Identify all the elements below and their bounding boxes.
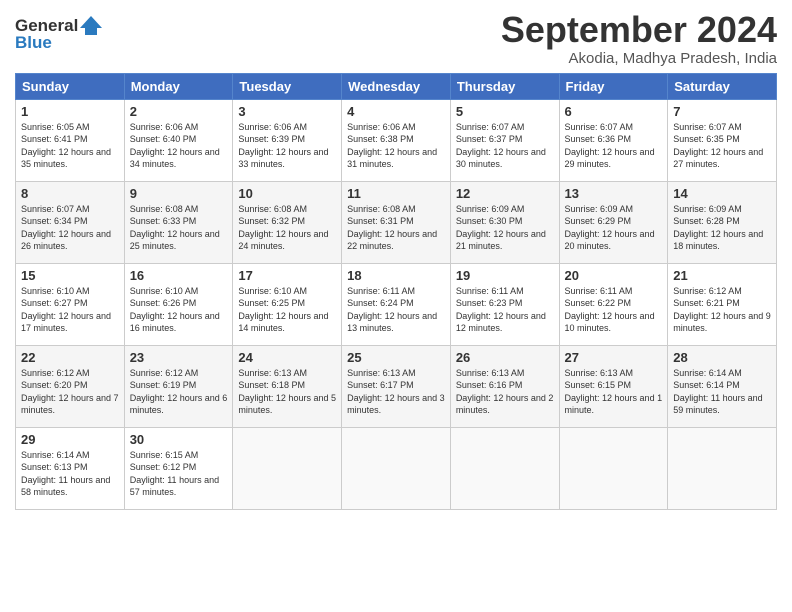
day-6: 6 Sunrise: 6:07 AMSunset: 6:36 PMDayligh… <box>559 99 668 181</box>
col-thursday: Thursday <box>450 73 559 99</box>
day-3: 3 Sunrise: 6:06 AMSunset: 6:39 PMDayligh… <box>233 99 342 181</box>
day-13: 13 Sunrise: 6:09 AMSunset: 6:29 PMDaylig… <box>559 181 668 263</box>
empty-cell-3 <box>450 427 559 509</box>
day-16: 16 Sunrise: 6:10 AMSunset: 6:26 PMDaylig… <box>124 263 233 345</box>
empty-cell-4 <box>559 427 668 509</box>
empty-cell-2 <box>342 427 451 509</box>
day-14: 14 Sunrise: 6:09 AMSunset: 6:28 PMDaylig… <box>668 181 777 263</box>
day-18: 18 Sunrise: 6:11 AMSunset: 6:24 PMDaylig… <box>342 263 451 345</box>
page: General Blue September 2024 Akodia, Madh… <box>0 0 792 612</box>
logo: General Blue <box>15 14 102 51</box>
day-30: 30 Sunrise: 6:15 AMSunset: 6:12 PMDaylig… <box>124 427 233 509</box>
header: General Blue September 2024 Akodia, Madh… <box>15 10 777 67</box>
day-29: 29 Sunrise: 6:14 AMSunset: 6:13 PMDaylig… <box>16 427 125 509</box>
day-15: 15 Sunrise: 6:10 AMSunset: 6:27 PMDaylig… <box>16 263 125 345</box>
week-row-3: 15 Sunrise: 6:10 AMSunset: 6:27 PMDaylig… <box>16 263 777 345</box>
day-11: 11 Sunrise: 6:08 AMSunset: 6:31 PMDaylig… <box>342 181 451 263</box>
week-row-4: 22 Sunrise: 6:12 AMSunset: 6:20 PMDaylig… <box>16 345 777 427</box>
day-20: 20 Sunrise: 6:11 AMSunset: 6:22 PMDaylig… <box>559 263 668 345</box>
day-4: 4 Sunrise: 6:06 AMSunset: 6:38 PMDayligh… <box>342 99 451 181</box>
day-8: 8 Sunrise: 6:07 AMSunset: 6:34 PMDayligh… <box>16 181 125 263</box>
col-wednesday: Wednesday <box>342 73 451 99</box>
day-25: 25 Sunrise: 6:13 AMSunset: 6:17 PMDaylig… <box>342 345 451 427</box>
subtitle: Akodia, Madhya Pradesh, India <box>501 50 777 67</box>
week-row-1: 1 Sunrise: 6:05 AMSunset: 6:41 PMDayligh… <box>16 99 777 181</box>
day-10: 10 Sunrise: 6:08 AMSunset: 6:32 PMDaylig… <box>233 181 342 263</box>
title-block: September 2024 Akodia, Madhya Pradesh, I… <box>501 10 777 67</box>
day-22: 22 Sunrise: 6:12 AMSunset: 6:20 PMDaylig… <box>16 345 125 427</box>
day-12: 12 Sunrise: 6:09 AMSunset: 6:30 PMDaylig… <box>450 181 559 263</box>
day-24: 24 Sunrise: 6:13 AMSunset: 6:18 PMDaylig… <box>233 345 342 427</box>
col-monday: Monday <box>124 73 233 99</box>
day-23: 23 Sunrise: 6:12 AMSunset: 6:19 PMDaylig… <box>124 345 233 427</box>
col-sunday: Sunday <box>16 73 125 99</box>
empty-cell-1 <box>233 427 342 509</box>
day-1: 1 Sunrise: 6:05 AMSunset: 6:41 PMDayligh… <box>16 99 125 181</box>
day-5: 5 Sunrise: 6:07 AMSunset: 6:37 PMDayligh… <box>450 99 559 181</box>
col-tuesday: Tuesday <box>233 73 342 99</box>
day-17: 17 Sunrise: 6:10 AMSunset: 6:25 PMDaylig… <box>233 263 342 345</box>
day-27: 27 Sunrise: 6:13 AMSunset: 6:15 PMDaylig… <box>559 345 668 427</box>
week-row-5: 29 Sunrise: 6:14 AMSunset: 6:13 PMDaylig… <box>16 427 777 509</box>
week-row-2: 8 Sunrise: 6:07 AMSunset: 6:34 PMDayligh… <box>16 181 777 263</box>
day-26: 26 Sunrise: 6:13 AMSunset: 6:16 PMDaylig… <box>450 345 559 427</box>
calendar: Sunday Monday Tuesday Wednesday Thursday… <box>15 73 777 510</box>
col-friday: Friday <box>559 73 668 99</box>
day-19: 19 Sunrise: 6:11 AMSunset: 6:23 PMDaylig… <box>450 263 559 345</box>
day-2: 2 Sunrise: 6:06 AMSunset: 6:40 PMDayligh… <box>124 99 233 181</box>
day-21: 21 Sunrise: 6:12 AMSunset: 6:21 PMDaylig… <box>668 263 777 345</box>
day-7: 7 Sunrise: 6:07 AMSunset: 6:35 PMDayligh… <box>668 99 777 181</box>
calendar-header-row: Sunday Monday Tuesday Wednesday Thursday… <box>16 73 777 99</box>
month-title: September 2024 <box>501 10 777 50</box>
col-saturday: Saturday <box>668 73 777 99</box>
day-28: 28 Sunrise: 6:14 AMSunset: 6:14 PMDaylig… <box>668 345 777 427</box>
day-9: 9 Sunrise: 6:08 AMSunset: 6:33 PMDayligh… <box>124 181 233 263</box>
empty-cell-5 <box>668 427 777 509</box>
